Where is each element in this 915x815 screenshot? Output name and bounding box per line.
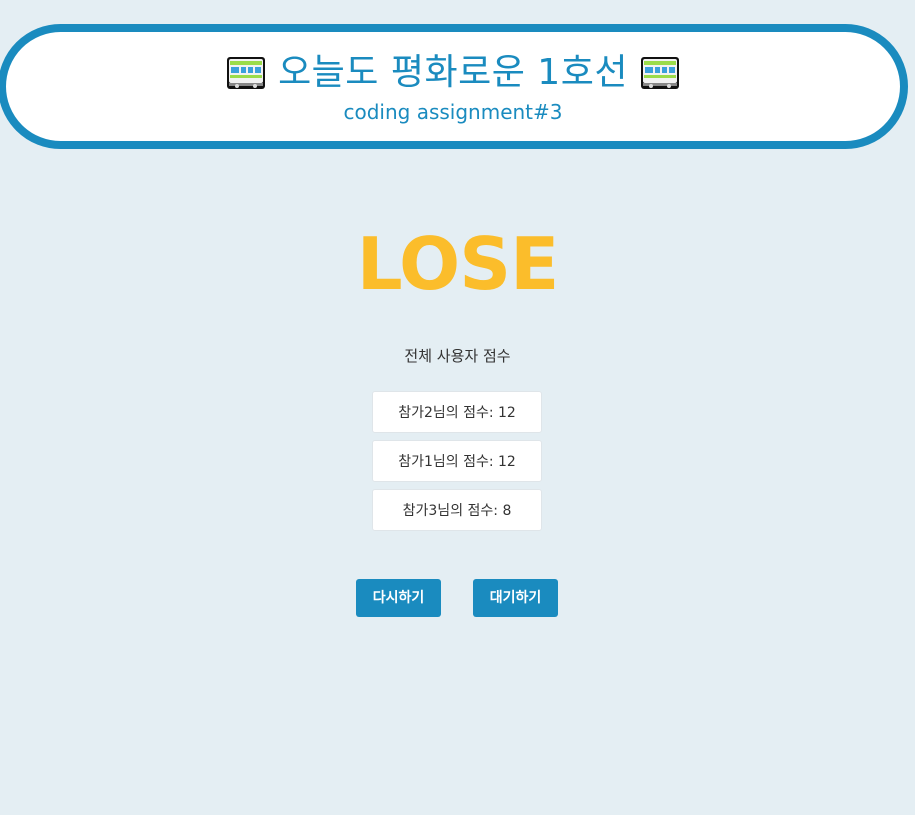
app-subtitle: coding assignment#3 [343,100,563,124]
scores-heading: 전체 사용자 점수 [404,347,511,365]
restart-button[interactable]: 다시하기 [356,579,441,617]
train-icon [226,56,266,90]
train-icon [640,56,680,90]
title-row: 오늘도 평화로운 1호선 [6,52,900,94]
app-title: 오늘도 평화로운 1호선 [278,52,628,93]
wait-button[interactable]: 대기하기 [473,579,558,617]
game-result-label: LOSE [356,222,560,306]
score-item: 참가3님의 점수: 8 [372,489,542,531]
score-item: 참가1님의 점수: 12 [372,440,542,482]
page-header: 오늘도 평화로운 1호선 coding assignment#3 [0,24,908,149]
score-list: 참가2님의 점수: 12 참가1님의 점수: 12 참가3님의 점수: 8 [372,391,542,538]
score-item: 참가2님의 점수: 12 [372,391,542,433]
